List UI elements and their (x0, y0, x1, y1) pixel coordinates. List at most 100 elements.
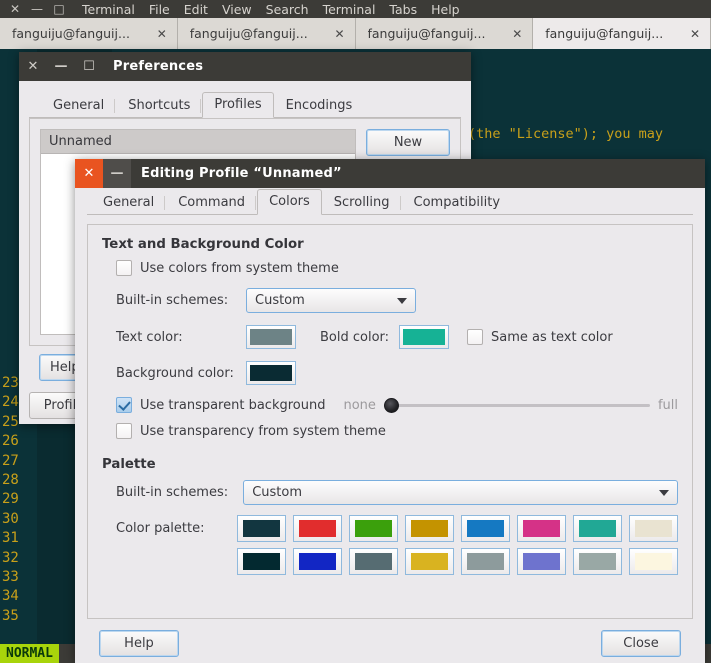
terminal-tab[interactable]: fanguiju@fanguij... ✕ (177, 18, 356, 49)
close-icon[interactable]: ✕ (75, 159, 103, 188)
palette-swatch-fill (411, 553, 448, 570)
palette-swatch[interactable] (349, 515, 398, 542)
menu-item-search[interactable]: Search (266, 2, 309, 17)
tab-profiles[interactable]: Profiles (202, 92, 274, 118)
use-transparency-from-system-theme-checkbox[interactable] (116, 423, 132, 439)
builtin-schemes-combo[interactable]: Custom (246, 288, 416, 313)
palette-swatch[interactable] (405, 515, 454, 542)
minimize-icon[interactable]: — (47, 52, 75, 81)
palette-swatch[interactable] (349, 548, 398, 575)
terminal-text-line: (the "License"); you may (468, 125, 664, 142)
palette-swatch-fill (243, 520, 280, 537)
transparency-max-label: full (657, 397, 678, 413)
palette-swatch[interactable] (629, 548, 678, 575)
palette-swatch[interactable] (293, 548, 342, 575)
menu-item-file[interactable]: File (149, 2, 170, 17)
menu-item-terminal[interactable]: Terminal (82, 2, 135, 17)
close-icon[interactable]: ✕ (19, 52, 47, 81)
minimize-icon[interactable]: — (103, 159, 131, 188)
tab-close-icon[interactable]: ✕ (512, 27, 522, 41)
menu-item-terminal-2[interactable]: Terminal (323, 2, 376, 17)
line-number: 34 (2, 588, 19, 605)
line-number: 35 (2, 607, 19, 624)
palette-swatch[interactable] (237, 515, 286, 542)
tab-general[interactable]: General (41, 93, 116, 118)
maximize-icon[interactable]: □ (48, 0, 70, 18)
transparency-slider-knob[interactable] (383, 398, 399, 413)
palette-swatch[interactable] (405, 548, 454, 575)
dialog-close-button[interactable]: Close (601, 630, 681, 657)
tab-encodings[interactable]: Encodings (274, 93, 365, 118)
text-and-bold-color-row: Text color: Bold color: Same as text col… (116, 325, 678, 349)
terminal-tab-active[interactable]: fanguiju@fanguij... ✕ (533, 18, 711, 49)
use-transparent-background-row: Use transparent background none full (116, 397, 678, 413)
palette-builtin-schemes-combo[interactable]: Custom (243, 480, 678, 505)
bold-color-swatch[interactable] (399, 325, 450, 349)
profile-dialog-title: Editing Profile “Unnamed” (141, 166, 342, 181)
palette-swatch-fill (467, 520, 504, 537)
menu-item-edit[interactable]: Edit (184, 2, 208, 17)
terminal-tab[interactable]: fanguiju@fanguij... ✕ (355, 18, 534, 49)
minimize-icon[interactable]: — (26, 0, 48, 18)
palette-swatch-fill (523, 553, 560, 570)
same-as-text-color-label: Same as text color (491, 329, 613, 345)
tab-colors[interactable]: Colors (257, 189, 322, 215)
menu-item-tabs[interactable]: Tabs (389, 2, 417, 17)
tab-close-icon[interactable]: ✕ (334, 27, 344, 41)
palette-swatch-fill (579, 553, 616, 570)
text-color-swatch[interactable] (246, 325, 296, 349)
text-color-fill (250, 329, 292, 345)
dialog-help-button[interactable]: Help (99, 630, 179, 657)
use-transparent-background-checkbox[interactable] (116, 397, 132, 413)
profile-dialog-titlebar: ✕ — Editing Profile “Unnamed” (75, 159, 705, 188)
use-colors-from-system-theme-checkbox[interactable] (116, 260, 132, 276)
profile-list-item-unnamed[interactable]: Unnamed (41, 130, 355, 154)
color-palette-row: Color palette: (116, 515, 678, 575)
tab-compatibility[interactable]: Compatibility (402, 190, 513, 215)
tab-close-icon[interactable]: ✕ (690, 27, 700, 41)
tab-label: fanguiju@fanguij... (189, 26, 308, 41)
palette-swatch-fill (411, 520, 448, 537)
palette-swatch[interactable] (517, 515, 566, 542)
palette-swatch[interactable] (517, 548, 566, 575)
text-and-background-heading: Text and Background Color (102, 237, 304, 252)
same-as-text-color-checkbox[interactable] (467, 329, 484, 345)
new-profile-button[interactable]: New (366, 129, 450, 156)
transparency-slider[interactable] (383, 397, 650, 413)
background-color-swatch[interactable] (246, 361, 296, 385)
tab-close-icon[interactable]: ✕ (157, 27, 167, 41)
tab-command[interactable]: Command (166, 190, 257, 215)
tab-shortcuts[interactable]: Shortcuts (116, 93, 202, 118)
menu-item-view[interactable]: View (222, 2, 252, 17)
palette-swatch-fill (523, 520, 560, 537)
menu-item-help[interactable]: Help (431, 2, 460, 17)
line-number: 27 (2, 452, 19, 469)
use-colors-from-system-theme-label: Use colors from system theme (140, 260, 339, 276)
line-number: 29 (2, 491, 19, 508)
palette-swatch-fill (635, 553, 672, 570)
use-colors-from-system-theme-row[interactable]: Use colors from system theme (116, 260, 678, 276)
background-color-label: Background color: (116, 365, 234, 381)
line-number: 32 (2, 549, 19, 566)
palette-row-2 (237, 548, 678, 575)
terminal-tabbar: fanguiju@fanguij... ✕ fanguiju@fanguij..… (0, 18, 711, 49)
palette-swatch-fill (579, 520, 616, 537)
tab-general[interactable]: General (91, 190, 166, 215)
preferences-window-controls: ✕ — ☐ (19, 52, 103, 81)
maximize-icon[interactable]: ☐ (75, 52, 103, 81)
palette-swatch[interactable] (461, 515, 510, 542)
background-color-fill (250, 365, 292, 381)
palette-swatch[interactable] (629, 515, 678, 542)
palette-swatch[interactable] (573, 548, 622, 575)
palette-swatch[interactable] (293, 515, 342, 542)
palette-swatch[interactable] (237, 548, 286, 575)
tab-scrolling[interactable]: Scrolling (322, 190, 402, 215)
terminal-menubar: ✕ — □ Terminal File Edit View Search Ter… (0, 0, 711, 18)
transparency-slider-group: none full (343, 397, 678, 413)
palette-swatch-fill (299, 520, 336, 537)
palette-swatch[interactable] (573, 515, 622, 542)
vim-mode-badge: NORMAL (0, 644, 59, 663)
close-icon[interactable]: ✕ (4, 0, 26, 18)
terminal-tab[interactable]: fanguiju@fanguij... ✕ (0, 18, 178, 49)
palette-swatch[interactable] (461, 548, 510, 575)
